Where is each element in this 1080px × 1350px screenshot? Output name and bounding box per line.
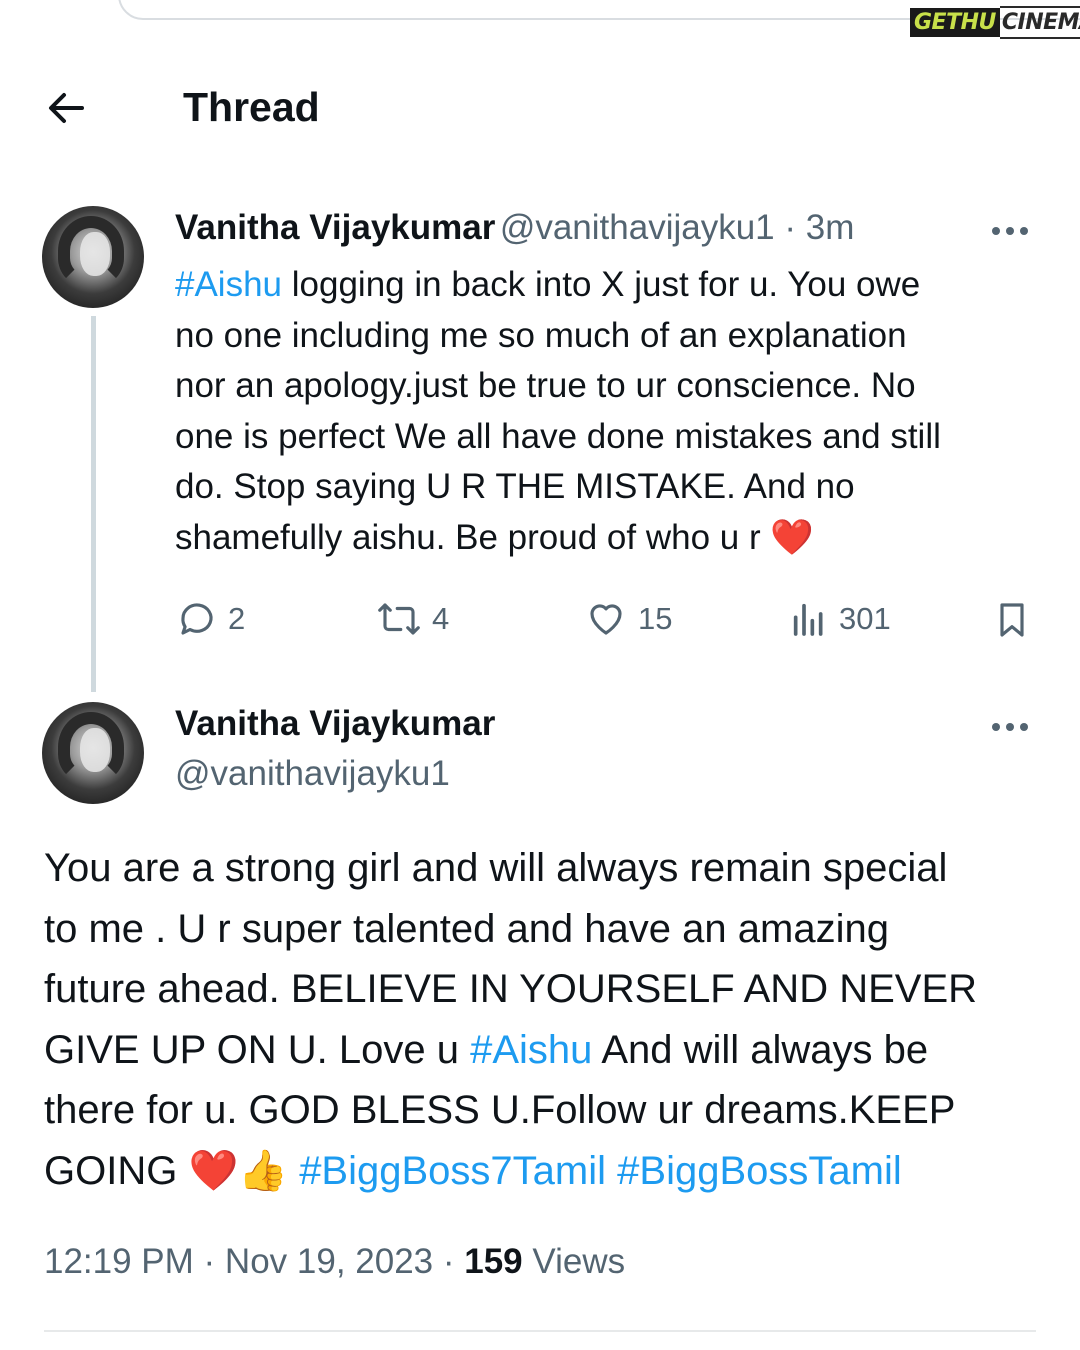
tweet-line: #Aishu logging in back into X just for u… [175, 265, 921, 304]
watermark-logo: GETHUCINEMA [910, 4, 1080, 40]
like-count: 15 [638, 601, 673, 636]
author-name[interactable]: Vanitha Vijaykumar [175, 704, 495, 744]
hashtag-link[interactable]: #Aishu [175, 265, 282, 304]
reply-count: 2 [228, 601, 246, 636]
reply-button[interactable]: 2 [176, 598, 245, 640]
reply-tweet-body: #Aishu logging in back into X just for u… [175, 260, 1055, 563]
tweet-timestamp[interactable]: 3m [806, 208, 855, 247]
heart-thumbs-emoji: ❤️👍 [188, 1147, 289, 1194]
tweet-line: GOING ❤️👍 #BiggBoss7Tamil #BiggBossTamil [44, 1147, 902, 1194]
watermark-part2: CINEMA [999, 5, 1080, 39]
tweet-date[interactable]: Nov 19, 2023 [225, 1242, 433, 1281]
repost-icon [378, 603, 420, 635]
tweet-line: to me . U r super talented and have an a… [44, 906, 889, 951]
tweet-line: GIVE UP ON U. Love u #Aishu And will alw… [44, 1027, 929, 1072]
author-handle[interactable]: @vanithavijayku1 [500, 208, 775, 247]
repost-count: 4 [432, 601, 450, 636]
main-tweet-body: You are a strong girl and will always re… [44, 838, 1044, 1201]
back-arrow-icon[interactable] [44, 86, 88, 130]
tweet-line: You are a strong girl and will always re… [44, 846, 948, 890]
hashtag-link[interactable]: #Aishu [470, 1028, 592, 1072]
heart-icon [590, 604, 622, 635]
thread-header: Thread [0, 70, 1080, 150]
author-name[interactable]: Vanitha Vijaykumar [175, 208, 495, 247]
analytics-icon [793, 603, 823, 636]
tweet-line: future ahead. BELIEVE IN YOURSELF AND NE… [44, 967, 978, 1011]
divider [44, 1330, 1036, 1332]
hashtag-link[interactable]: #BiggBoss7Tamil [299, 1149, 606, 1193]
author-handle[interactable]: @vanithavijayku1 [175, 754, 495, 794]
page-title: Thread [183, 84, 320, 130]
tweet-time[interactable]: 12:19 PM [44, 1242, 194, 1281]
tweet-line: no one including me so much of an explan… [175, 315, 907, 355]
tweet-line: there for u. GOD BLESS U.Follow ur dream… [44, 1088, 956, 1132]
tweet-meta: 12:19 PM · Nov 19, 2023 · 159 Views [44, 1242, 626, 1281]
thread-connector-line [91, 316, 96, 692]
like-button[interactable]: 15 [584, 598, 672, 640]
bookmark-icon [1000, 603, 1024, 637]
watermark-part1: GETHU [910, 7, 1000, 37]
views-button[interactable]: 301 [789, 598, 891, 640]
tweet-line: do. Stop saying U R THE MISTAKE. And no [175, 467, 855, 506]
reply-icon [181, 603, 213, 635]
bookmark-button[interactable] [992, 598, 1032, 642]
tweet-line: one is perfect We all have done mistakes… [175, 416, 941, 456]
more-options-icon[interactable] [992, 221, 1032, 241]
main-tweet-header: Vanitha Vijaykumar @vanithavijayku1 [175, 704, 495, 794]
heart-emoji: ❤️ [770, 517, 814, 558]
views-label: Views [532, 1242, 626, 1281]
avatar[interactable] [42, 702, 144, 804]
hashtag-link[interactable]: #BiggBossTamil [617, 1149, 902, 1193]
tweet-line: nor an apology.just be true to ur consci… [175, 366, 916, 405]
tweet-line: shamefully aishu. Be proud of who u r ❤️ [175, 517, 814, 558]
views-count: 159 [464, 1242, 523, 1281]
more-options-icon[interactable] [992, 717, 1032, 737]
repost-button[interactable]: 4 [376, 598, 449, 640]
views-count: 301 [839, 601, 891, 636]
avatar[interactable] [42, 206, 144, 308]
reply-tweet-header: Vanitha Vijaykumar @vanithavijayku1 · 3m [175, 208, 855, 247]
